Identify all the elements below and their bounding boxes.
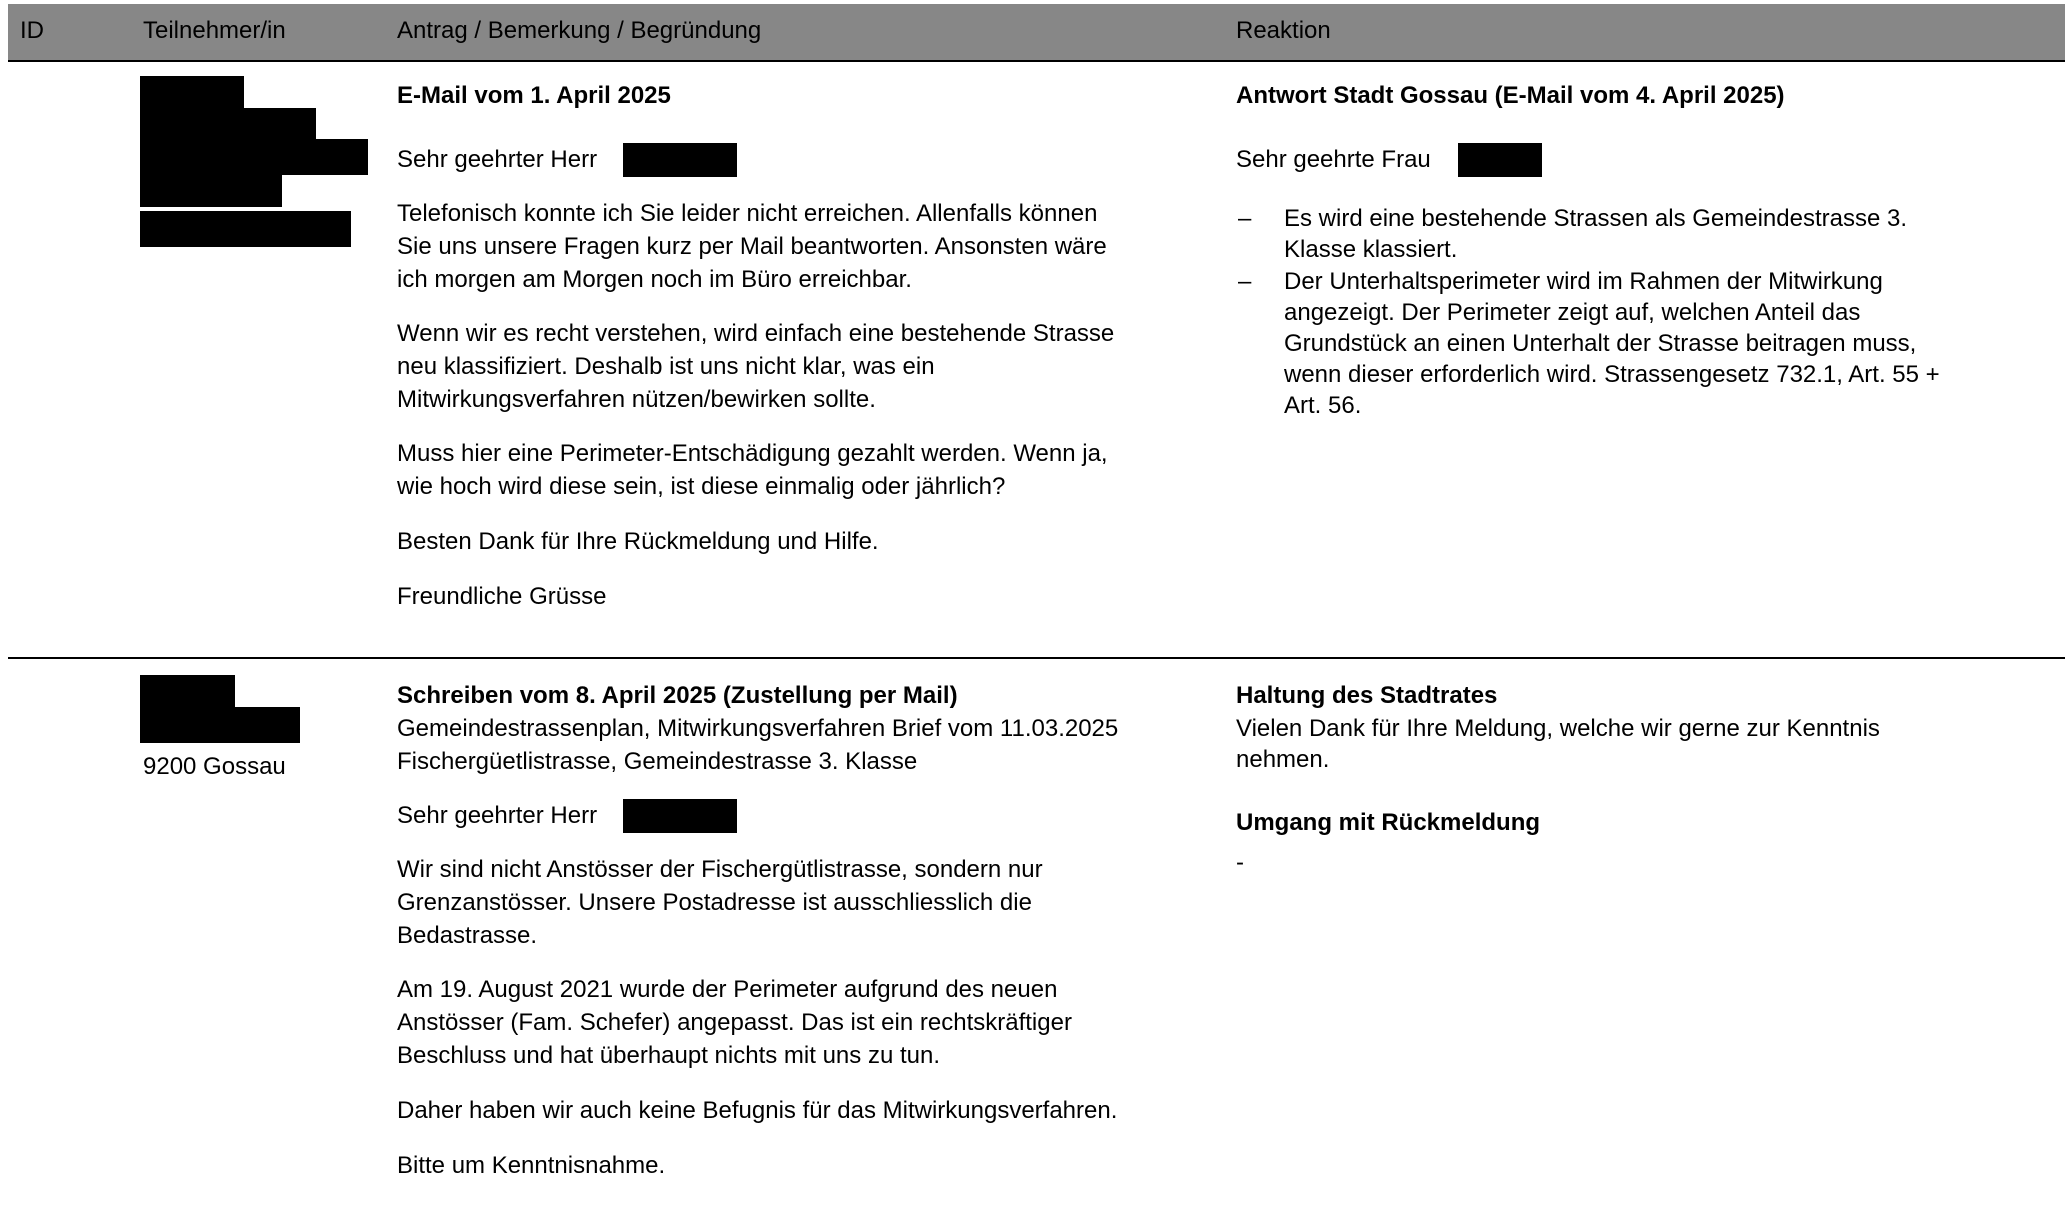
request-text-line: wie hoch wird diese sein, ist diese einm… — [397, 473, 1006, 500]
reaction-bullet-line: angezeigt. Der Perimeter zeigt auf, welc… — [1284, 299, 1861, 326]
request-text-line: ich morgen am Morgen noch im Büro erreic… — [397, 266, 912, 293]
request-salutation: Sehr geehrter Herr — [397, 146, 598, 173]
request-text-line: Sie uns unsere Fragen kurz per Mail bean… — [397, 233, 1107, 260]
request-salutation: Sehr geehrter Herr — [397, 802, 598, 829]
reaction-bullet-line: Grundstück an einen Unterhalt der Strass… — [1284, 330, 1917, 357]
request-text-line: Beschluss und hat überhaupt nichts mit u… — [397, 1042, 940, 1069]
request-text-line: Bitte um Kenntnisnahme. — [397, 1152, 666, 1179]
header-request: Antrag / Bemerkung / Begründung — [397, 17, 762, 44]
redaction-block — [1458, 143, 1542, 177]
request-text-line: Telefonisch konnte ich Sie leider nicht … — [397, 200, 1098, 227]
request-text-line: Daher haben wir auch keine Befugnis für … — [397, 1097, 1118, 1124]
request-text-line: Muss hier eine Perimeter-Entschädigung g… — [397, 440, 1108, 467]
row-divider — [8, 657, 2065, 659]
participant-location: 9200 Gossau — [143, 753, 286, 780]
redaction-block — [140, 675, 235, 709]
request-text-line: neu klassifiziert. Deshalb ist uns nicht… — [397, 353, 935, 380]
reaction-bullet-line: Art. 56. — [1284, 392, 1362, 419]
redaction-block — [140, 76, 244, 110]
header-reaction: Reaktion — [1236, 17, 1331, 44]
reaction-heading: Antwort Stadt Gossau (E-Mail vom 4. Apri… — [1236, 82, 1785, 109]
redaction-block — [623, 143, 737, 177]
request-text-line: Mitwirkungsverfahren nützen/bewirken sol… — [397, 386, 876, 413]
header-participant: Teilnehmer/in — [143, 17, 286, 44]
request-text-line: Am 19. August 2021 wurde der Perimeter a… — [397, 976, 1058, 1003]
table-header: ID Teilnehmer/in Antrag / Bemerkung / Be… — [8, 4, 2065, 62]
request-text-line: Besten Dank für Ihre Rückmeldung und Hil… — [397, 528, 879, 555]
request-text-line: Anstösser (Fam. Schefer) angepasst. Das … — [397, 1009, 1072, 1036]
reaction-bullet-line: Der Unterhaltsperimeter wird im Rahmen d… — [1284, 268, 1883, 295]
reaction-bullet-line: wenn dieser erforderlich wird. Strasseng… — [1284, 361, 1940, 388]
request-heading: E-Mail vom 1. April 2025 — [397, 82, 671, 109]
request-heading: Schreiben vom 8. April 2025 (Zustellung … — [397, 682, 958, 709]
bullet-dash: – — [1238, 205, 1252, 232]
redaction-block — [140, 707, 300, 743]
reaction-heading: Umgang mit Rückmeldung — [1236, 809, 1541, 836]
redaction-block — [140, 108, 316, 142]
request-text-line: Grenzanstösser. Unsere Postadresse ist a… — [397, 889, 1032, 916]
reaction-bullet-line: Klasse klassiert. — [1284, 236, 1458, 263]
request-text-line: Bedastrasse. — [397, 922, 538, 949]
reaction-text-line: nehmen. — [1236, 746, 1330, 773]
header-id: ID — [20, 17, 44, 44]
redaction-block — [140, 211, 351, 247]
request-subject: Gemeindestrassenplan, Mitwirkungsverfahr… — [397, 715, 1119, 742]
reaction-bullet-line: Es wird eine bestehende Strassen als Gem… — [1284, 205, 1908, 232]
redaction-block — [623, 799, 737, 833]
request-closing: Freundliche Grüsse — [397, 583, 607, 610]
reaction-salutation: Sehr geehrte Frau — [1236, 146, 1431, 173]
request-text-line: Wenn wir es recht verstehen, wird einfac… — [397, 320, 1115, 347]
bullet-dash: – — [1238, 268, 1252, 295]
redaction-block — [140, 139, 368, 175]
request-text-line: Wir sind nicht Anstösser der Fischergütl… — [397, 856, 1043, 883]
request-subject: Fischergüetlistrasse, Gemeindestrasse 3.… — [397, 748, 918, 775]
reaction-text-line: Vielen Dank für Ihre Meldung, welche wir… — [1236, 715, 1880, 742]
reaction-text-line: - — [1236, 849, 1244, 876]
reaction-heading: Haltung des Stadtrates — [1236, 682, 1498, 709]
redaction-block — [140, 173, 282, 207]
